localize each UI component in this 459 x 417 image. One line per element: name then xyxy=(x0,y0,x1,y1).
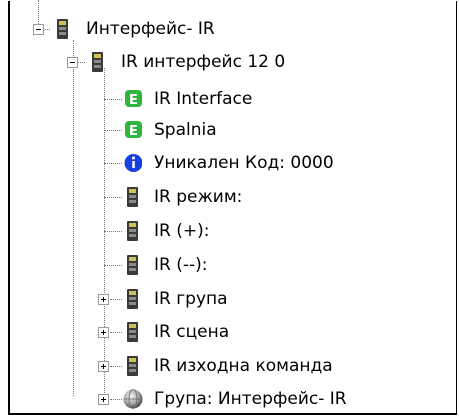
collapse-toggle-root[interactable] xyxy=(33,24,44,35)
tree-connector xyxy=(104,197,122,198)
expand-toggle-group[interactable] xyxy=(98,394,109,405)
svg-text:E: E xyxy=(129,93,138,108)
tree-node-label[interactable]: IR режим: xyxy=(154,187,242,207)
device-module-icon xyxy=(127,187,138,207)
tree-connector xyxy=(104,163,122,164)
green-e-icon: E xyxy=(125,121,142,139)
collapse-toggle-interface[interactable] xyxy=(67,57,78,68)
tree-node-label[interactable]: IR група xyxy=(154,289,228,309)
tree-connector xyxy=(110,299,122,300)
tree-node-label[interactable]: Група: Интерфейс- IR xyxy=(154,389,347,409)
expand-toggle-ir-output-command[interactable] xyxy=(98,361,109,372)
tree-node-label[interactable]: IR (--): xyxy=(154,255,208,275)
device-module-icon xyxy=(127,322,138,342)
device-module-icon xyxy=(127,221,138,241)
tree-connector xyxy=(73,40,74,396)
info-icon xyxy=(124,154,142,172)
expand-toggle-ir-scene[interactable] xyxy=(98,327,109,338)
expand-toggle-ir-group[interactable] xyxy=(98,294,109,305)
device-module-icon xyxy=(127,289,138,309)
svg-text:E: E xyxy=(129,124,138,139)
tree-node-label[interactable]: Spalnia xyxy=(154,120,217,140)
group-sphere-icon xyxy=(123,389,143,409)
device-module-icon xyxy=(57,19,68,39)
tree-connector xyxy=(104,130,122,131)
tree-node-label[interactable]: IR Interface xyxy=(154,89,252,109)
device-module-icon xyxy=(92,52,103,72)
device-tree: Интерфейс- IR IR интерфейс 12 0 E IR Int… xyxy=(0,0,459,417)
tree-node-label[interactable]: Уникален Код: 0000 xyxy=(154,153,334,173)
tree-node-label[interactable]: Интерфейс- IR xyxy=(86,19,215,39)
tree-connector xyxy=(110,366,122,367)
tree-connector xyxy=(110,332,122,333)
tree-connector xyxy=(104,99,122,100)
green-e-icon: E xyxy=(125,90,142,108)
device-module-icon xyxy=(127,356,138,376)
tree-node-label[interactable]: IR сцена xyxy=(154,322,229,342)
tree-node-label[interactable]: IR (+): xyxy=(154,221,209,241)
tree-connector xyxy=(104,68,105,399)
device-module-icon xyxy=(127,255,138,275)
tree-connector xyxy=(104,265,122,266)
tree-connector xyxy=(104,231,122,232)
tree-node-label[interactable]: IR интерфейс 12 0 xyxy=(121,52,285,72)
tree-node-label[interactable]: IR изходна команда xyxy=(154,356,333,376)
